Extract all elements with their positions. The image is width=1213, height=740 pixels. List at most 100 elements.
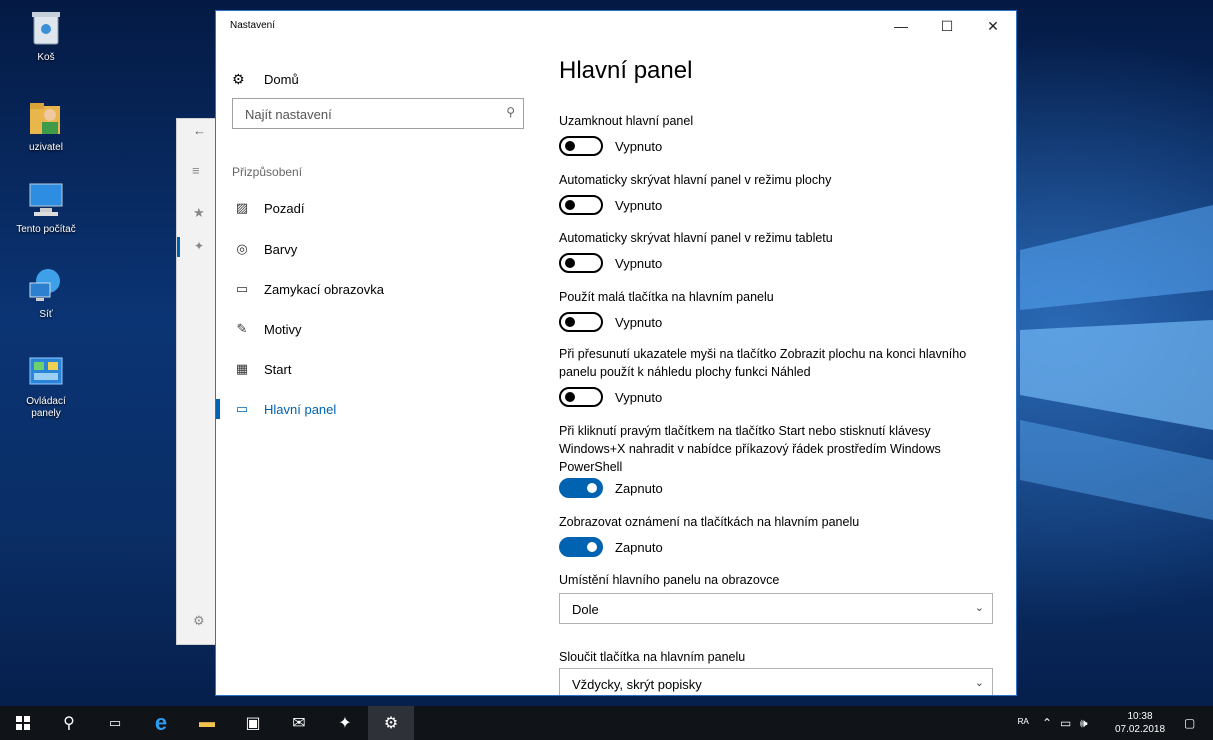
toggle-autohide-tablet[interactable]: Vypnuto <box>559 253 662 273</box>
search-icon: ⚲ <box>63 715 75 732</box>
back-arrow-icon[interactable]: ← <box>193 123 206 138</box>
taskbar-icon: ▭ <box>235 401 249 416</box>
toggle-state-text: Vypnuto <box>615 389 663 405</box>
file-explorer-button[interactable]: ▬ <box>184 706 230 740</box>
gear-icon: ⚙ <box>383 715 399 732</box>
background-icon: ▨ <box>235 200 249 215</box>
nav-item-motivy[interactable]: ✎ Motivy <box>216 309 543 349</box>
toggle-switch[interactable] <box>559 537 603 557</box>
toggle-switch[interactable] <box>559 387 603 407</box>
task-view-button[interactable]: ▭ <box>92 706 138 740</box>
desktop-icon-user-folder[interactable]: uzivatel <box>12 98 80 154</box>
settings-taskbar-button[interactable]: ⚙ <box>368 706 414 740</box>
clock-time: 10:38 <box>1127 711 1153 722</box>
toggle-state-text: Zapnuto <box>615 539 663 555</box>
setting-label-position: Umístění hlavního panelu na obrazovce <box>559 573 780 587</box>
windows-logo-icon <box>16 716 30 730</box>
settings-window: Nastavení — ☐ ✕ ⚙ Domů Najít nastavení ⚲… <box>215 10 1017 696</box>
tray-user-icon[interactable]: ᴿᴬ <box>1018 706 1029 740</box>
network-icon <box>26 265 66 305</box>
nav-item-hlavni-panel[interactable]: ▭ Hlavní panel <box>216 389 543 429</box>
user-folder-icon <box>26 98 66 138</box>
window-title: Nastavení <box>230 20 276 31</box>
desktop-icon-recycle-bin[interactable]: Koš <box>12 8 80 64</box>
nav-item-start[interactable]: ▦ Start <box>216 349 543 389</box>
setting-label-autohide-desktop: Automaticky skrývat hlavní panel v režim… <box>559 173 832 187</box>
settings-nav: ⚙ Domů Najít nastavení ⚲ Přizpůsobení ▨ … <box>216 41 543 695</box>
computer-icon <box>26 180 66 220</box>
toggle-switch[interactable] <box>559 478 603 498</box>
edge-button[interactable]: e <box>138 706 184 740</box>
action-center-icon[interactable]: ▢ <box>1184 706 1195 740</box>
search-button[interactable]: ⚲ <box>46 706 92 740</box>
nav-item-label: Start <box>264 361 292 377</box>
lock-screen-icon: ▭ <box>235 281 249 296</box>
recycle-bin-icon <box>26 8 66 48</box>
taskbar-clock[interactable]: 10:38 07.02.2018 <box>1105 710 1175 736</box>
desktop-icon-label: Ovládací panely <box>26 396 66 419</box>
toggle-powershell[interactable]: Zapnuto <box>559 478 663 498</box>
toggle-state-text: Vypnuto <box>615 138 663 154</box>
setting-label-autohide-tablet: Automaticky skrývat hlavní panel v režim… <box>559 231 833 245</box>
edge-icon: e <box>154 710 168 735</box>
tray-network-icon[interactable]: ▭ <box>1060 706 1071 740</box>
toggle-autohide-desktop[interactable]: Vypnuto <box>559 195 662 215</box>
start-button[interactable] <box>0 706 46 740</box>
toggle-lock-taskbar[interactable]: Vypnuto <box>559 136 662 156</box>
setting-label-peek: Při přesunutí ukazatele myši na tlačítko… <box>559 347 967 379</box>
toggle-state-text: Zapnuto <box>615 480 663 496</box>
folder-icon: ▬ <box>199 714 215 731</box>
toggle-switch[interactable] <box>559 312 603 332</box>
toggle-small-buttons[interactable]: Vypnuto <box>559 312 662 332</box>
gear-icon: ⚙ <box>232 71 245 87</box>
control-panel-icon <box>26 352 66 392</box>
toggle-peek[interactable]: Vypnuto <box>559 387 662 407</box>
desktop-icon-this-pc[interactable]: Tento počítač <box>12 180 80 236</box>
toggle-switch[interactable] <box>559 253 603 273</box>
settings-gear-icon[interactable]: ⚙ <box>193 613 205 629</box>
nav-item-label: Barvy <box>264 241 298 257</box>
lightbulb-icon[interactable]: ✦ <box>194 239 204 253</box>
mail-button[interactable]: ✉ <box>276 706 322 740</box>
nav-home[interactable]: ⚙ Domů <box>232 71 299 88</box>
store-icon: ▣ <box>245 715 261 732</box>
toggle-state-text: Vypnuto <box>615 314 663 330</box>
taskbar-position-select[interactable]: Dole ⌄ <box>559 593 993 624</box>
desktop-icon-label: Síť <box>39 309 53 320</box>
mail-icon: ✉ <box>292 715 306 732</box>
nav-item-label: Zamykací obrazovka <box>264 281 384 297</box>
nav-item-barvy[interactable]: ◎ Barvy <box>216 229 543 269</box>
select-value: Dole <box>572 602 599 617</box>
chevron-down-icon: ⌄ <box>974 602 984 614</box>
hamburger-icon[interactable]: ≡ <box>192 163 200 178</box>
nav-item-label: Motivy <box>264 321 302 337</box>
star-icon[interactable]: ★ <box>193 205 205 221</box>
title-bar[interactable]: Nastavení — ☐ ✕ <box>216 11 1016 41</box>
search-placeholder: Najít nastavení <box>245 107 332 122</box>
toggle-state-text: Vypnuto <box>615 197 663 213</box>
lightbulb-icon: ✦ <box>338 715 352 732</box>
tray-chevron-up-icon[interactable]: ⌃ <box>1042 706 1052 740</box>
maximize-button[interactable]: ☐ <box>924 11 970 41</box>
combine-buttons-select[interactable]: Vždycky, skrýt popisky ⌄ <box>559 668 993 695</box>
tips-button[interactable]: ✦ <box>322 706 368 740</box>
desktop-icon-network[interactable]: Síť <box>12 265 80 321</box>
store-button[interactable]: ▣ <box>230 706 276 740</box>
palette-icon: ◎ <box>236 241 248 256</box>
clock-date: 07.02.2018 <box>1114 724 1166 735</box>
nav-item-zamykaci-obrazovka[interactable]: ▭ Zamykací obrazovka <box>216 269 543 309</box>
toggle-switch[interactable] <box>559 195 603 215</box>
nav-item-pozadi[interactable]: ▨ Pozadí <box>216 188 543 228</box>
select-value: Vždycky, skrýt popisky <box>572 677 702 692</box>
close-button[interactable]: ✕ <box>970 11 1016 41</box>
taskbar: ⚲ ▭ e ▬ ▣ ✉ ✦ ⚙ ᴿᴬ ⌃ ▭ 🕪 10:38 07.02.201… <box>0 706 1213 740</box>
desktop-icon-control-panel[interactable]: Ovládací panely <box>12 352 80 420</box>
themes-icon: ✎ <box>236 321 248 336</box>
toggle-badges[interactable]: Zapnuto <box>559 537 663 557</box>
minimize-button[interactable]: — <box>878 11 924 41</box>
search-icon: ⚲ <box>506 105 515 119</box>
search-input[interactable]: Najít nastavení ⚲ <box>232 98 524 129</box>
tray-volume-icon[interactable]: 🕪 <box>1080 706 1088 740</box>
toggle-switch[interactable] <box>559 136 603 156</box>
page-title: Hlavní panel <box>559 57 693 84</box>
